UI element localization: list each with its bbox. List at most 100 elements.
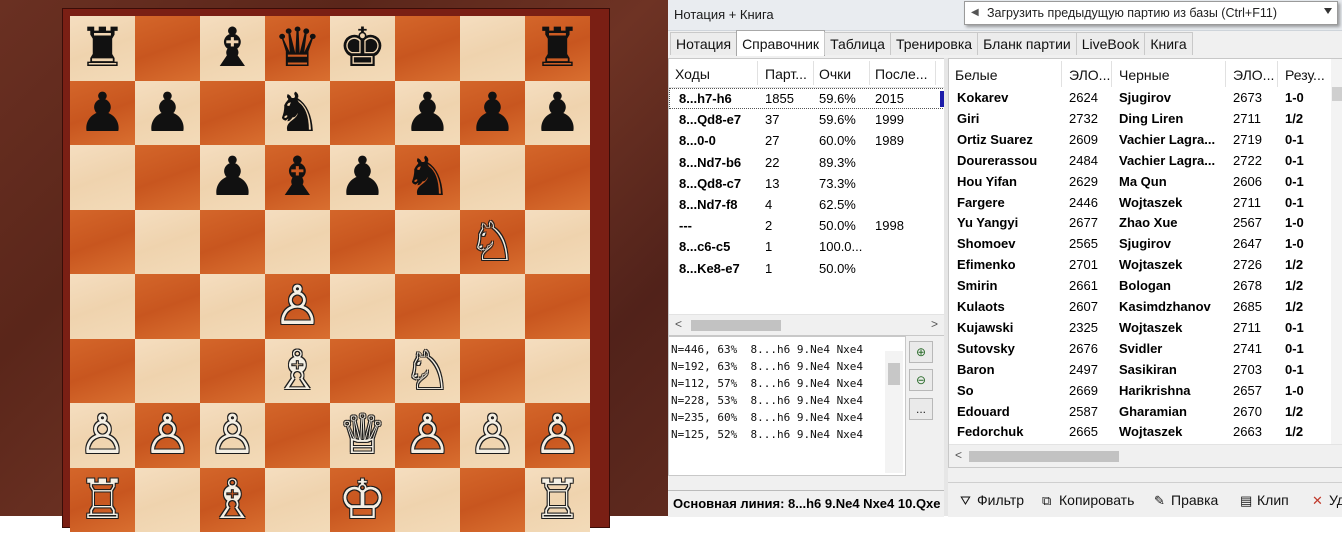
piece-g2[interactable]: ♙: [460, 403, 525, 468]
dropdown-arrow-icon[interactable]: [1324, 8, 1332, 14]
game-row[interactable]: Smirin 2661 Bologan 2678 1/2: [949, 276, 1342, 297]
scroll-right-icon[interactable]: >: [931, 317, 938, 331]
piece-c2[interactable]: ♙: [200, 403, 265, 468]
col-divider[interactable]: [1111, 61, 1112, 87]
square-d1[interactable]: [265, 467, 330, 532]
piece-f6[interactable]: ♞: [395, 145, 460, 210]
book-line[interactable]: N=125, 52% 8...h6 9.Ne4 Nxe4: [671, 428, 863, 441]
col-header-score[interactable]: Очки: [819, 66, 851, 82]
piece-d7[interactable]: ♞: [265, 81, 330, 146]
lines-vscrollbar[interactable]: [885, 351, 903, 473]
square-a5[interactable]: [70, 209, 135, 274]
piece-f2[interactable]: ♙: [395, 403, 460, 468]
scrollbar-thumb[interactable]: [1332, 87, 1342, 101]
piece-h8[interactable]: ♜: [525, 16, 590, 81]
square-c5[interactable]: [200, 209, 265, 274]
scroll-left-icon[interactable]: <: [675, 317, 682, 331]
reference-row[interactable]: 8...c6-c5 1 100.0...: [669, 236, 945, 257]
piece-h2[interactable]: ♙: [525, 403, 590, 468]
col-divider[interactable]: [1277, 61, 1278, 87]
book-line[interactable]: N=192, 63% 8...h6 9.Ne4 Nxe4: [671, 360, 863, 373]
piece-e2[interactable]: ♕: [330, 403, 395, 468]
square-g1[interactable]: [460, 467, 525, 532]
reference-row[interactable]: 8...Nd7-b6 22 89.3%: [669, 152, 945, 173]
piece-h7[interactable]: ♟: [525, 81, 590, 146]
book-line[interactable]: N=112, 57% 8...h6 9.Ne4 Nxe4: [671, 377, 863, 390]
col-divider[interactable]: [1225, 61, 1226, 87]
piece-f3[interactable]: ♘: [395, 339, 460, 404]
game-row[interactable]: Shomoev 2565 Sjugirov 2647 1-0: [949, 234, 1342, 255]
book-line[interactable]: N=228, 53% 8...h6 9.Ne4 Nxe4: [671, 394, 863, 407]
zoom-out-button[interactable]: ⊖: [909, 369, 933, 391]
square-f1[interactable]: [395, 467, 460, 532]
square-h4[interactable]: [525, 274, 590, 339]
game-row[interactable]: Fargere 2446 Wojtaszek 2711 0-1: [949, 193, 1342, 214]
square-b6[interactable]: [135, 145, 200, 210]
col-divider[interactable]: [813, 61, 814, 85]
col-header-white-elo[interactable]: ЭЛО...: [1069, 67, 1110, 83]
games-vscrollbar[interactable]: [1331, 59, 1342, 444]
toolbar-button-4[interactable]: ✕ Уд: [1312, 492, 1342, 509]
piece-d6[interactable]: ♝: [265, 145, 330, 210]
square-h3[interactable]: [525, 338, 590, 403]
col-divider[interactable]: [935, 61, 936, 85]
piece-e8[interactable]: ♚: [330, 16, 395, 81]
col-header-games[interactable]: Парт...: [765, 66, 807, 82]
scrollbar-thumb[interactable]: [888, 363, 900, 385]
reference-row[interactable]: 8...Qd8-e7 37 59.6% 1999: [669, 109, 945, 130]
game-row[interactable]: So 2669 Harikrishna 2657 1-0: [949, 381, 1342, 402]
square-g8[interactable]: [460, 16, 525, 81]
game-row[interactable]: Giri 2732 Ding Liren 2711 1/2: [949, 109, 1342, 130]
scroll-left-icon[interactable]: <: [955, 448, 962, 462]
toolbar-button-3[interactable]: ▤ Клип: [1240, 492, 1289, 509]
game-row[interactable]: Baron 2497 Sasikiran 2703 0-1: [949, 360, 1342, 381]
piece-e6[interactable]: ♟: [330, 145, 395, 210]
reference-row[interactable]: --- 2 50.0% 1998: [669, 215, 945, 236]
square-g4[interactable]: [460, 274, 525, 339]
tab-2[interactable]: Таблица: [824, 32, 891, 55]
col-header-last[interactable]: После...: [875, 66, 927, 82]
square-b1[interactable]: [135, 467, 200, 532]
game-row[interactable]: Fedorchuk 2665 Wojtaszek 2663 1/2: [949, 422, 1342, 443]
col-divider[interactable]: [1061, 61, 1062, 87]
book-line[interactable]: N=235, 60% 8...h6 9.Ne4 Nxe4: [671, 411, 863, 424]
square-d2[interactable]: [265, 403, 330, 468]
game-row[interactable]: Dourerassou 2484 Vachier Lagra... 2722 0-1: [949, 151, 1342, 172]
col-header-white[interactable]: Белые: [955, 67, 998, 83]
game-row[interactable]: Sutovsky 2676 Svidler 2741 0-1: [949, 339, 1342, 360]
game-row[interactable]: Ortiz Suarez 2609 Vachier Lagra... 2719 0-1: [949, 130, 1342, 151]
square-g3[interactable]: [460, 338, 525, 403]
scrollbar-thumb[interactable]: [969, 451, 1119, 462]
tab-0[interactable]: Нотация: [670, 32, 738, 55]
tab-3[interactable]: Тренировка: [889, 32, 979, 55]
square-a3[interactable]: [70, 338, 135, 403]
square-a6[interactable]: [70, 145, 135, 210]
tab-6[interactable]: Книга: [1144, 32, 1193, 55]
scrollbar-thumb[interactable]: [691, 320, 781, 331]
square-b5[interactable]: [135, 209, 200, 274]
chess-board[interactable]: ♜ ♝ ♛ ♚ ♜ ♟ ♟ ♞ ♟ ♟ ♟ ♟ ♝ ♟ ♞ ♘ ♙ ♗ ♘ ♙ ♙ ♙ ♕ ♙ ♙ ♙ ♖ ♗ ♔ ♖: [70, 16, 590, 536]
reference-row[interactable]: 8...Ke8-e7 1 50.0%: [669, 258, 945, 279]
piece-a7[interactable]: ♟: [70, 81, 135, 146]
col-divider[interactable]: [869, 61, 870, 85]
piece-c6[interactable]: ♟: [200, 145, 265, 210]
square-a4[interactable]: [70, 274, 135, 339]
col-header-black-elo[interactable]: ЭЛО...: [1233, 67, 1274, 83]
toolbar-button-2[interactable]: ✎ Правка: [1154, 492, 1218, 509]
book-line[interactable]: N=446, 63% 8...h6 9.Ne4 Nxe4: [671, 343, 863, 356]
square-c7[interactable]: [200, 80, 265, 145]
toolbar-button-0[interactable]: ⛛ Фильтр: [960, 492, 1024, 509]
tab-1[interactable]: Справочник: [736, 30, 826, 56]
square-h5[interactable]: [525, 209, 590, 274]
square-f5[interactable]: [395, 209, 460, 274]
reference-row[interactable]: 8...0-0 27 60.0% 1989: [669, 130, 945, 151]
reference-row[interactable]: 8...h7-h6 1855 59.6% 2015: [669, 88, 945, 109]
square-e3[interactable]: [330, 338, 395, 403]
game-row[interactable]: Hou Yifan 2629 Ma Qun 2606 0-1: [949, 172, 1342, 193]
tab-4[interactable]: Бланк партии: [977, 32, 1077, 55]
square-e4[interactable]: [330, 274, 395, 339]
games-hscrollbar[interactable]: <: [949, 444, 1342, 467]
piece-c8[interactable]: ♝: [200, 16, 265, 81]
piece-a2[interactable]: ♙: [70, 403, 135, 468]
piece-h1[interactable]: ♖: [525, 468, 590, 533]
